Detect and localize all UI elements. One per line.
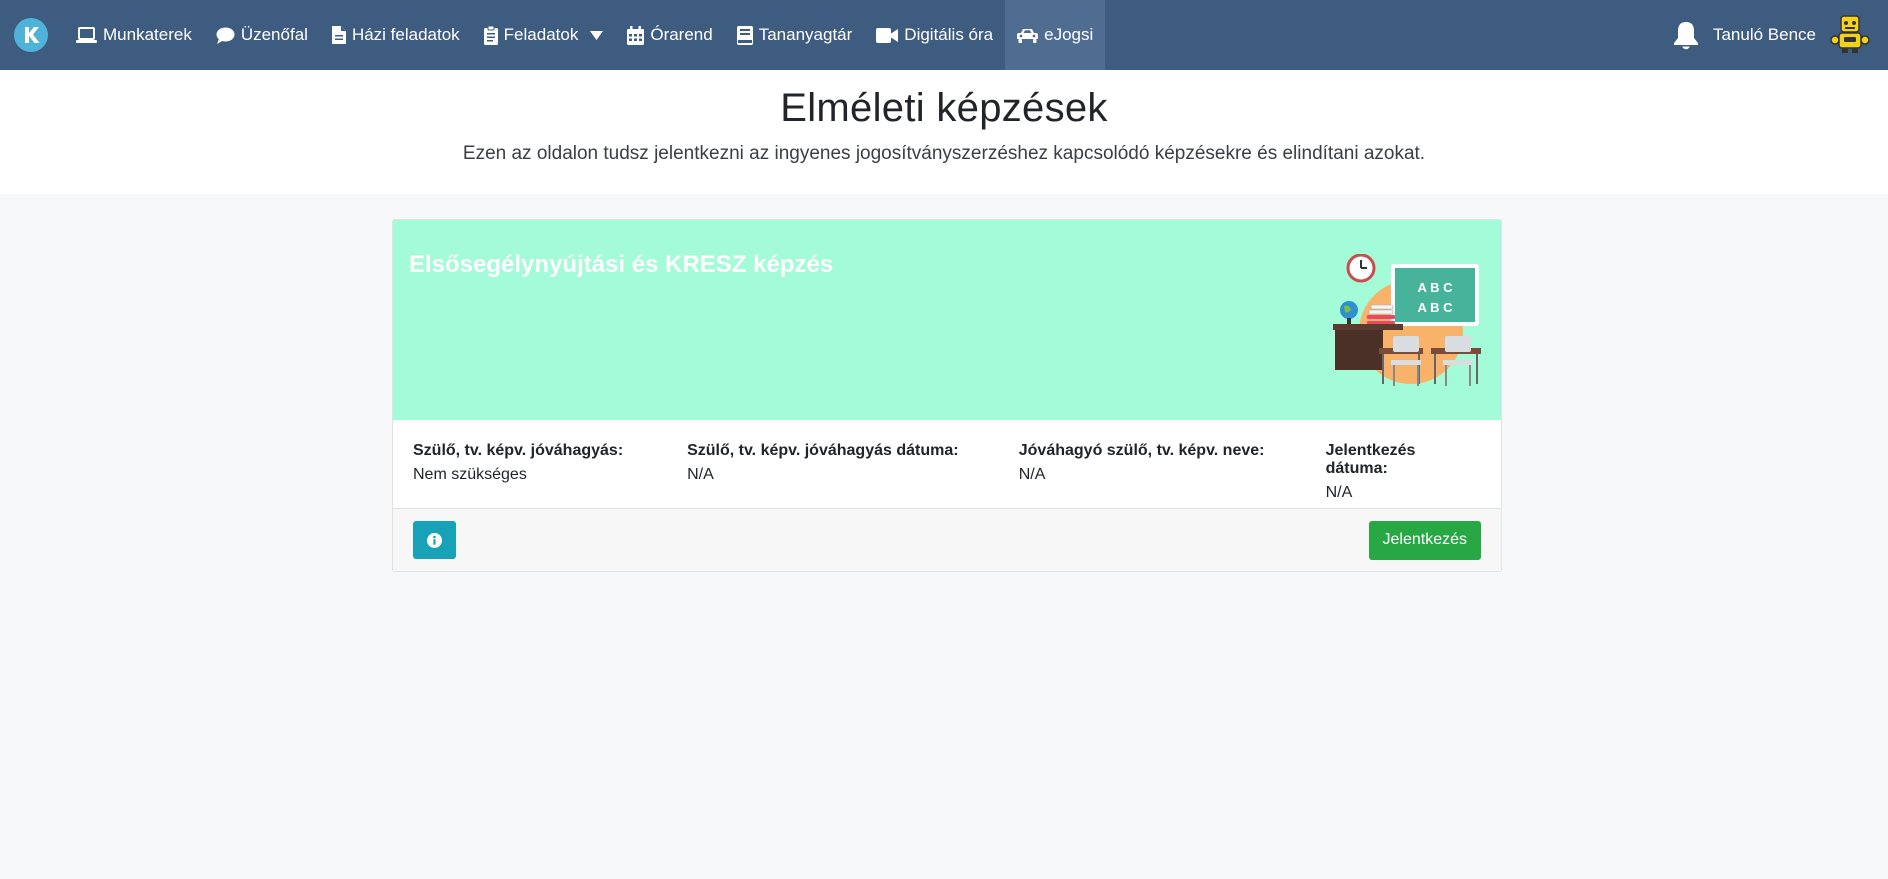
nav-label: Tananyagtár <box>758 25 853 44</box>
page-lead: Ezen az oldalon tudsz jelentkezni az ing… <box>462 143 1426 164</box>
field-value: N/A <box>687 466 714 483</box>
field-label: Szülő, tv. képv. jóváhagyás: <box>413 442 624 459</box>
nav-label: Munkaterek <box>103 25 192 44</box>
info-circle-icon <box>427 532 442 548</box>
nav-item-tananyagtar[interactable]: Tananyagtár <box>725 0 865 70</box>
bell-icon[interactable] <box>1673 21 1699 50</box>
field-registration-date: Jelentkezés dátuma: N/A <box>1326 442 1481 508</box>
k-logo-icon <box>25 27 40 43</box>
laptop-icon <box>76 26 97 43</box>
card-info-row: Szülő, tv. képv. jóváhagyás: Nem szükség… <box>393 420 1501 509</box>
car-icon <box>1017 28 1039 43</box>
nav-item-ejogsi[interactable]: eJogsi <box>1005 0 1106 70</box>
card-footer: Jelentkezés <box>393 509 1501 571</box>
nav-label: Üzenőfal <box>240 25 308 44</box>
book-icon <box>736 25 753 45</box>
nav-label: Házi feladatok <box>351 25 460 44</box>
nav-label: Feladatok <box>503 25 579 44</box>
page-title: Elméleti képzések <box>780 86 1108 130</box>
nav-item-uzenofal[interactable]: Üzenőfal <box>204 0 320 70</box>
classroom-illustration-icon: A B C A B C <box>1333 254 1481 386</box>
info-button[interactable] <box>413 521 456 559</box>
field-value: Nem szükséges <box>413 466 527 483</box>
nav-label: Digitális óra <box>904 25 994 44</box>
page-header: Elméleti képzések Ezen az oldalon tudsz … <box>0 70 1888 194</box>
nav-item-orarend[interactable]: Órarend <box>615 0 724 70</box>
field-approval: Szülő, tv. képv. jóváhagyás: Nem szükség… <box>413 442 687 508</box>
top-navbar: Munkaterek Üzenőfal Házi feladatok Felad… <box>0 0 1888 70</box>
card-title: Elsősegélynyújtási és KRESZ képzés <box>409 251 834 278</box>
field-label: Jelentkezés dátuma: <box>1325 442 1416 477</box>
nav-item-digitalis-ora[interactable]: Digitális óra <box>864 0 1005 70</box>
nav-label: eJogsi <box>1044 25 1094 44</box>
training-card: Elsősegélynyújtási és KRESZ képzés A B C… <box>392 219 1502 572</box>
card-banner: Elsősegélynyújtási és KRESZ képzés A B C… <box>393 220 1501 420</box>
field-label: Jóváhagyó szülő, tv. képv. neve: <box>1018 442 1265 459</box>
field-value: N/A <box>1018 466 1046 483</box>
robot-avatar-icon[interactable] <box>1830 15 1870 55</box>
nav-item-hazi-feladatok[interactable]: Házi feladatok <box>320 0 472 70</box>
field-value: N/A <box>1325 484 1353 501</box>
field-approver-name: Jóváhagyó szülő, tv. képv. neve: N/A <box>1019 442 1326 508</box>
nav-item-munkaterek[interactable]: Munkaterek <box>64 0 204 70</box>
nav-item-feladatok[interactable]: Feladatok <box>472 0 616 70</box>
board-text-line-2: A B C <box>1418 300 1454 315</box>
comment-icon <box>216 27 235 44</box>
register-button[interactable]: Jelentkezés <box>1368 520 1481 560</box>
app-logo[interactable] <box>14 18 48 52</box>
calendar-icon <box>627 25 645 45</box>
file-icon <box>331 26 346 44</box>
video-icon <box>876 27 899 43</box>
nav-label: Órarend <box>650 25 713 44</box>
field-label: Szülő, tv. képv. jóváhagyás dátuma: <box>687 442 959 459</box>
board-text-line-1: A B C <box>1418 280 1454 295</box>
caret-down-icon <box>590 30 604 40</box>
user-name[interactable]: Tanuló Bence <box>1713 25 1816 45</box>
field-approval-date: Szülő, tv. képv. jóváhagyás dátuma: N/A <box>687 442 1019 508</box>
clipboard-icon <box>483 25 498 45</box>
